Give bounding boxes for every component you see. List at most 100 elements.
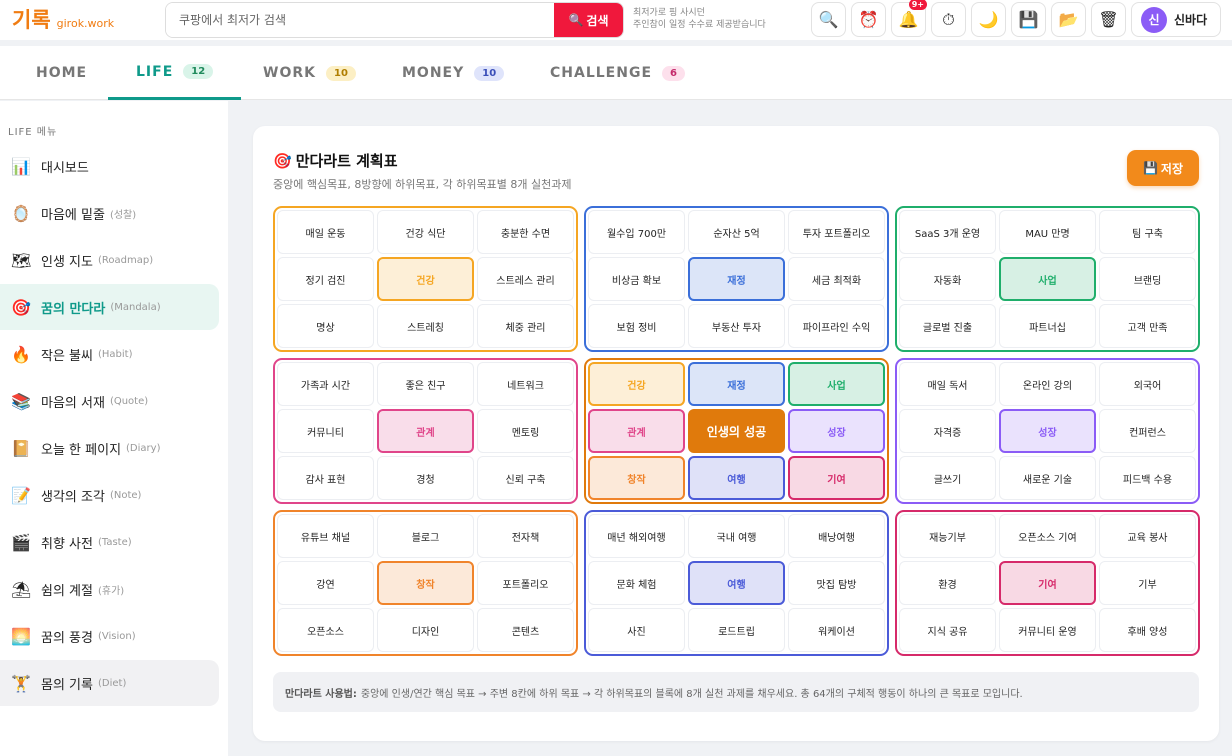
sidebar-item[interactable]: 🌅 꿈의 풍경 (Vision) [0, 613, 219, 659]
mandala-sub-goal[interactable]: 건강 [588, 362, 685, 406]
mandala-task[interactable]: 새로운 기술 [999, 456, 1096, 500]
logo[interactable]: 기록 girok.work [12, 4, 114, 34]
mandala-task[interactable]: 매일 운동 [277, 210, 374, 254]
mandala-task[interactable]: 좋은 친구 [377, 362, 474, 406]
mandala-block-goal[interactable]: 여행 [688, 561, 785, 605]
mandala-block-goal[interactable]: 창작 [377, 561, 474, 605]
mandala-task[interactable]: 배낭여행 [788, 514, 885, 558]
mandala-sub-goal[interactable]: 기여 [788, 456, 885, 500]
tab-life[interactable]: LIFE 12 [108, 46, 242, 100]
mandala-task[interactable]: 명상 [277, 304, 374, 348]
search-input[interactable] [166, 3, 554, 37]
mandala-task[interactable]: 포트폴리오 [477, 561, 574, 605]
mandala-task[interactable]: 정기 검진 [277, 257, 374, 301]
mandala-task[interactable]: 매년 해외여행 [588, 514, 685, 558]
mandala-task[interactable]: 감사 표현 [277, 456, 374, 500]
mandala-task[interactable]: 사진 [588, 608, 685, 652]
bell-button[interactable]: 🔔 9+ [891, 0, 927, 37]
mandala-task[interactable]: SaaS 3개 운영 [899, 210, 996, 254]
trash-button[interactable]: 🗑 [1091, 2, 1126, 37]
mandala-task[interactable]: 브랜딩 [1099, 257, 1196, 301]
alarm-clock-button[interactable]: ⏰ [851, 2, 886, 37]
mandala-block-goal[interactable]: 관계 [377, 409, 474, 453]
tab-money[interactable]: MONEY 10 [402, 46, 505, 100]
mandala-task[interactable]: 피드백 수용 [1099, 456, 1196, 500]
mandala-task[interactable]: 투자 포트폴리오 [788, 210, 885, 254]
mandala-task[interactable]: 콘텐츠 [477, 608, 574, 652]
mandala-task[interactable]: 지식 공유 [899, 608, 996, 652]
mandala-block-goal[interactable]: 재정 [688, 257, 785, 301]
mandala-core-goal[interactable]: 인생의 성공 [688, 409, 785, 453]
mandala-task[interactable]: 교육 봉사 [1099, 514, 1196, 558]
mandala-task[interactable]: 자동화 [899, 257, 996, 301]
mandala-task[interactable]: 파이프라인 수익 [788, 304, 885, 348]
tab-challenge[interactable]: CHALLENGE 6 [550, 46, 685, 100]
mandala-sub-goal[interactable]: 사업 [788, 362, 885, 406]
sidebar-item[interactable]: 🗺 인생 지도 (Roadmap) [0, 237, 219, 283]
mandala-task[interactable]: 디자인 [377, 608, 474, 652]
mandala-task[interactable]: 강연 [277, 561, 374, 605]
mandala-task[interactable]: 전자책 [477, 514, 574, 558]
mandala-sub-goal[interactable]: 여행 [688, 456, 785, 500]
mandala-task[interactable]: 월수입 700만 [588, 210, 685, 254]
mandala-task[interactable]: 후배 양성 [1099, 608, 1196, 652]
mandala-task[interactable]: 워케이션 [788, 608, 885, 652]
mandala-task[interactable]: 재능기부 [899, 514, 996, 558]
mandala-task[interactable]: 커뮤니티 운영 [999, 608, 1096, 652]
tab-home[interactable]: HOME [36, 46, 87, 100]
mandala-task[interactable]: 글로벌 진출 [899, 304, 996, 348]
mandala-task[interactable]: 부동산 투자 [688, 304, 785, 348]
mandala-task[interactable]: 오픈소스 [277, 608, 374, 652]
mandala-task[interactable]: 블로그 [377, 514, 474, 558]
mandala-task[interactable]: 글쓰기 [899, 456, 996, 500]
mandala-task[interactable]: 세금 최적화 [788, 257, 885, 301]
sidebar-item[interactable]: 🔥 작은 불씨 (Habit) [0, 331, 219, 377]
user-menu[interactable]: 신 신바다 [1131, 2, 1221, 37]
mandala-sub-goal[interactable]: 재정 [688, 362, 785, 406]
mandala-task[interactable]: 체중 관리 [477, 304, 574, 348]
sidebar-item[interactable]: 📊 대시보드 [0, 143, 219, 189]
mandala-task[interactable]: 컨퍼런스 [1099, 409, 1196, 453]
floppy-disk-button[interactable]: 💾 [1011, 2, 1046, 37]
mandala-task[interactable]: 신뢰 구축 [477, 456, 574, 500]
mandala-task[interactable]: 고객 만족 [1099, 304, 1196, 348]
tab-work[interactable]: WORK 10 [263, 46, 356, 100]
sidebar-item[interactable]: 🪞 마음에 밑줄 (성찰) [0, 190, 219, 236]
mandala-block-goal[interactable]: 건강 [377, 257, 474, 301]
mandala-task[interactable]: 보험 정비 [588, 304, 685, 348]
mandala-block-goal[interactable]: 사업 [999, 257, 1096, 301]
mandala-sub-goal[interactable]: 관계 [588, 409, 685, 453]
mandala-task[interactable]: 기부 [1099, 561, 1196, 605]
mandala-task[interactable]: 순자산 5억 [688, 210, 785, 254]
mandala-task[interactable]: MAU 만명 [999, 210, 1096, 254]
sidebar-item[interactable]: 🏋 몸의 기록 (Diet) [0, 660, 219, 706]
sidebar-item[interactable]: 📝 생각의 조각 (Note) [0, 472, 219, 518]
mandala-task[interactable]: 맛집 탐방 [788, 561, 885, 605]
mandala-task[interactable]: 자격증 [899, 409, 996, 453]
mandala-sub-goal[interactable]: 성장 [788, 409, 885, 453]
mandala-task[interactable]: 문화 체험 [588, 561, 685, 605]
mandala-sub-goal[interactable]: 창작 [588, 456, 685, 500]
mandala-task[interactable]: 비상금 확보 [588, 257, 685, 301]
mandala-task[interactable]: 오픈소스 기여 [999, 514, 1096, 558]
mandala-task[interactable]: 온라인 강의 [999, 362, 1096, 406]
mandala-task[interactable]: 충분한 수면 [477, 210, 574, 254]
search-button[interactable]: 🔍 검색 [554, 3, 623, 37]
mandala-task[interactable]: 외국어 [1099, 362, 1196, 406]
moon-button[interactable]: 🌙 [971, 2, 1006, 37]
mandala-task[interactable]: 커뮤니티 [277, 409, 374, 453]
mandala-task[interactable]: 스트레칭 [377, 304, 474, 348]
mandala-task[interactable]: 멘토링 [477, 409, 574, 453]
sidebar-item[interactable]: ⛱ 쉼의 계절 (휴가) [0, 566, 219, 612]
mandala-task[interactable]: 팀 구축 [1099, 210, 1196, 254]
sidebar-item[interactable]: 🎬 취향 사전 (Taste) [0, 519, 219, 565]
mandala-block-goal[interactable]: 기여 [999, 561, 1096, 605]
mandala-task[interactable]: 국내 여행 [688, 514, 785, 558]
mandala-task[interactable]: 스트레스 관리 [477, 257, 574, 301]
mandala-task[interactable]: 경청 [377, 456, 474, 500]
save-button[interactable]: 💾 저장 [1127, 150, 1199, 186]
mandala-task[interactable]: 로드트립 [688, 608, 785, 652]
mandala-block-goal[interactable]: 성장 [999, 409, 1096, 453]
sidebar-item[interactable]: 📔 오늘 한 페이지 (Diary) [0, 425, 219, 471]
mandala-task[interactable]: 매일 독서 [899, 362, 996, 406]
